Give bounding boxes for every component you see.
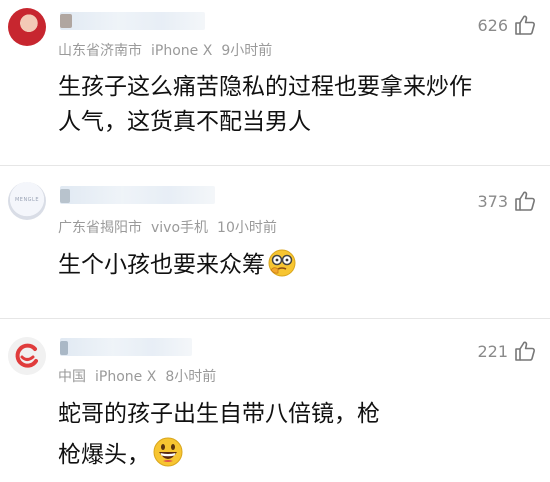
like-button[interactable]: 221 [477, 340, 536, 362]
comment-meta: 广东省揭阳市 vivo手机 10小时前 [58, 217, 286, 237]
comment-device: iPhone X [95, 369, 157, 385]
username-blurred[interactable] [60, 338, 192, 356]
thumbs-up-icon [515, 191, 535, 211]
comment-text-line: 生个小孩也要来众筹 [58, 252, 265, 278]
divider [0, 165, 550, 166]
comment-text-line: 人气，这货真不配当男人 [58, 109, 311, 135]
username-blur-mark [60, 14, 72, 28]
comment-text: 蛇哥的孩子出生自带八倍镜，枪 枪爆头， [58, 394, 380, 482]
comment-text-line: 生孩子这么痛苦隐私的过程也要拿来炒作 [58, 74, 472, 100]
comment-location: 中国 [58, 369, 86, 385]
grinning-emoji [152, 436, 184, 482]
comment-text-line: 蛇哥的孩子出生自带八倍镜，枪 [58, 401, 380, 427]
thinking-glasses-emoji [267, 248, 297, 289]
avatar[interactable] [8, 337, 46, 375]
comment-time: 8小时前 [165, 369, 217, 385]
comment-item: 山东省济南市 iPhone X 9小时前 626 生孩子这么痛苦隐私的过程也要拿来炒… [0, 0, 550, 165]
username-blur-mark [60, 341, 68, 355]
thumbs-up-icon [515, 15, 535, 35]
avatar[interactable] [8, 8, 46, 46]
comment-time: 9小时前 [221, 43, 273, 59]
comment-location: 山东省济南市 [58, 43, 142, 59]
like-count: 626 [477, 15, 508, 35]
like-count: 373 [477, 191, 508, 211]
like-count: 221 [477, 341, 508, 361]
username-blurred[interactable] [60, 186, 215, 204]
comment-text: 生个小孩也要来众筹 [58, 248, 297, 289]
divider [0, 318, 550, 319]
comment-text-line: 枪爆头， [58, 442, 150, 468]
comment-meta: 中国 iPhone X 8小时前 [58, 366, 225, 386]
thumbs-up-icon [515, 341, 535, 361]
username-blur-mark [60, 189, 70, 203]
like-button[interactable]: 626 [477, 14, 536, 36]
comment-device: iPhone X [151, 43, 213, 59]
comment-device: vivo手机 [151, 220, 209, 236]
comment-time: 10小时前 [217, 220, 277, 236]
app-logo-icon [8, 337, 46, 375]
avatar[interactable]: MENGLE [8, 182, 46, 220]
comment-location: 广东省揭阳市 [58, 220, 142, 236]
username-blurred[interactable] [60, 12, 205, 30]
like-button[interactable]: 373 [477, 190, 536, 212]
avatar-logo-text: MENGLE [14, 197, 40, 203]
comment-text: 生孩子这么痛苦隐私的过程也要拿来炒作 人气，这货真不配当男人 [58, 70, 472, 140]
comment-meta: 山东省济南市 iPhone X 9小时前 [58, 40, 281, 60]
